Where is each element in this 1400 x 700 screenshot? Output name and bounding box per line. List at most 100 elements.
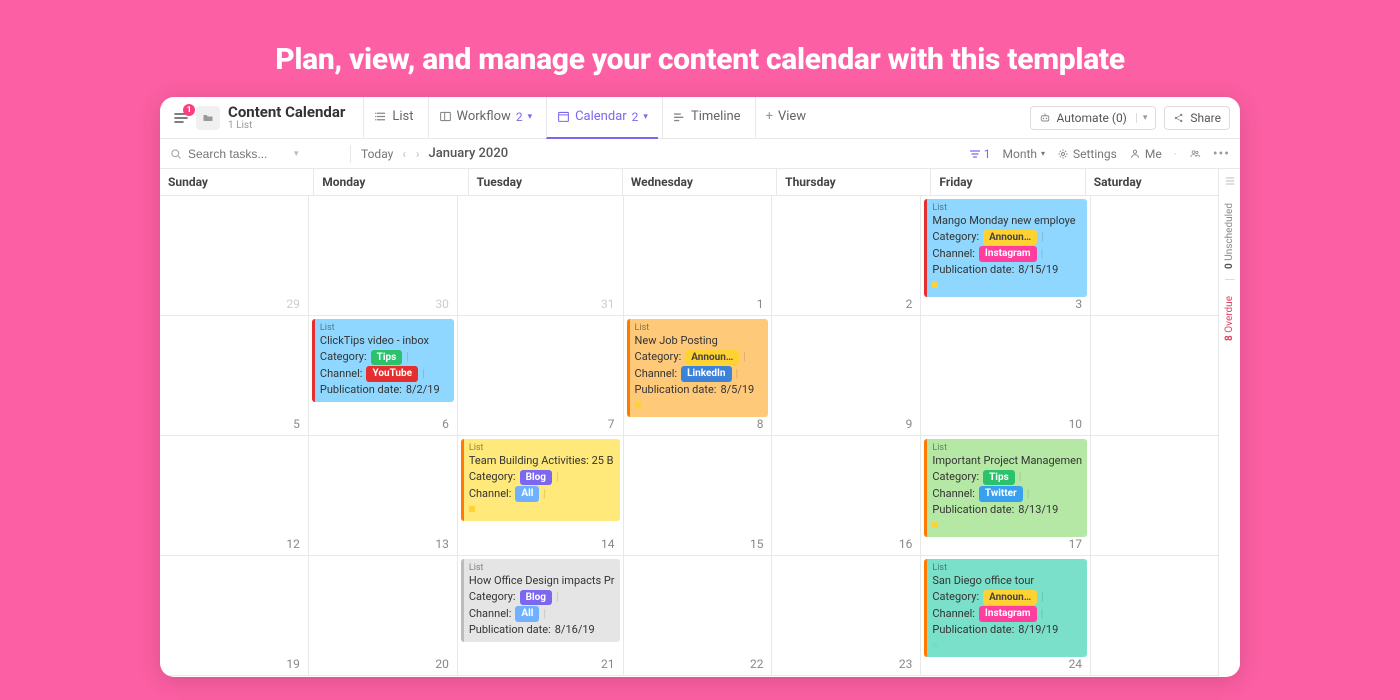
day-number: 19 [286, 657, 300, 671]
share-icon [1173, 112, 1185, 124]
event-card[interactable]: ListImportant Project ManagemenCategory:… [924, 439, 1087, 537]
calendar-cell[interactable]: 19 [160, 556, 309, 676]
calendar-cell[interactable]: 20 [309, 556, 458, 676]
tab-workflow[interactable]: Workflow 2▾ [428, 97, 543, 139]
event-card[interactable]: ListNew Job PostingCategory:Announ…|Chan… [627, 319, 769, 417]
day-number: 31 [601, 297, 615, 311]
calendar-cell[interactable]: 15 [624, 436, 773, 556]
pubdate-value: 8/16/19 [555, 623, 595, 638]
calendar-cell[interactable]: ListSan Diego office tourCategory:Announ… [921, 556, 1091, 676]
prev-period[interactable]: ‹ [399, 147, 409, 161]
chevron-down-icon[interactable]: ▾ [1136, 113, 1148, 123]
calendar-cell[interactable]: 23 [772, 556, 921, 676]
day-number: 29 [286, 297, 300, 311]
calendar-cell[interactable]: 16 [772, 436, 921, 556]
calendar-cell[interactable]: ListImportant Project ManagemenCategory:… [921, 436, 1091, 556]
calendar-cell[interactable]: 31 [458, 196, 624, 316]
calendar-cell[interactable]: ListNew Job PostingCategory:Announ…|Chan… [624, 316, 773, 436]
share-button[interactable]: Share [1164, 106, 1230, 130]
tab-timeline[interactable]: Timeline [662, 97, 751, 139]
calendar-cell[interactable]: 9 [772, 316, 921, 436]
today-button[interactable]: Today [361, 147, 393, 161]
day-number: 5 [293, 417, 300, 431]
tab-calendar[interactable]: Calendar 2▾ [546, 97, 658, 139]
tab-list[interactable]: List [363, 97, 423, 139]
tab-add-view[interactable]: + View [755, 97, 817, 139]
title-block: Content Calendar 1 List [228, 104, 345, 132]
category-pill: Blog [520, 590, 552, 606]
calendar-cell[interactable]: ListClickTips video - inboxCategory:Tips… [309, 316, 458, 436]
day-number: 20 [435, 657, 449, 671]
month-selector[interactable]: Month ▾ [1003, 147, 1046, 161]
toolbar: ▾ Today ‹ › January 2020 1 Month ▾ Setti… [160, 139, 1240, 169]
day-number: 3 [1075, 297, 1082, 311]
chevron-down-icon[interactable]: ▾ [294, 149, 299, 159]
day-header: Saturday [1086, 169, 1240, 195]
filter-icon [969, 148, 981, 160]
calendar-cell[interactable]: 22 [624, 556, 773, 676]
card-tag: List [932, 562, 1082, 574]
calendar-cell[interactable]: 29 [160, 196, 309, 316]
channel-pill: All [515, 606, 539, 622]
menu-icon[interactable] [1224, 175, 1236, 187]
page-title: Content Calendar [228, 104, 345, 121]
event-card[interactable]: ListMango Monday new employeCategory:Ann… [924, 199, 1087, 297]
category-pill: Tips [983, 470, 1015, 486]
calendar-cell[interactable]: 5 [160, 316, 309, 436]
calendar-cell[interactable]: 2 [772, 196, 921, 316]
card-tag: List [469, 442, 615, 454]
chevron-down-icon: ▾ [1041, 149, 1045, 158]
card-title: San Diego office tour [932, 574, 1082, 589]
plus-icon: + [766, 109, 773, 124]
search-box[interactable]: ▾ [170, 147, 340, 161]
overdue-toggle[interactable]: 8 Overdue [1224, 296, 1235, 341]
settings-button[interactable]: Settings [1057, 147, 1117, 161]
calendar-icon [557, 110, 570, 123]
category-pill: Blog [520, 470, 552, 486]
menu-button[interactable]: 1 [170, 107, 192, 129]
filter-button[interactable]: 1 [969, 147, 991, 161]
next-period[interactable]: › [413, 147, 423, 161]
day-number: 1 [757, 297, 764, 311]
calendar-cell[interactable]: 30 [309, 196, 458, 316]
topbar: 1 Content Calendar 1 List List Workflow … [160, 97, 1240, 139]
person-icon [1129, 148, 1141, 160]
day-header: Thursday [777, 169, 931, 195]
people-button[interactable] [1189, 148, 1201, 160]
day-number: 16 [899, 537, 913, 551]
more-menu[interactable]: ••• [1213, 146, 1230, 162]
card-tag: List [320, 322, 449, 334]
chevron-down-icon: ▾ [643, 112, 648, 122]
automate-button[interactable]: Automate (0) ▾ [1030, 106, 1156, 130]
calendar-cell[interactable]: ListMango Monday new employeCategory:Ann… [921, 196, 1091, 316]
day-number: 2 [906, 297, 913, 311]
calendar-cell[interactable]: 13 [309, 436, 458, 556]
category-pill: Announ… [685, 350, 739, 366]
search-input[interactable] [188, 147, 288, 161]
gear-icon [1057, 148, 1069, 160]
status-dot [932, 282, 938, 288]
folder-button[interactable] [196, 106, 220, 130]
unscheduled-toggle[interactable]: 0 Unscheduled [1224, 203, 1235, 269]
pubdate-value: 8/2/19 [406, 383, 440, 398]
channel-pill: All [515, 486, 539, 502]
calendar-cell[interactable]: 1 [624, 196, 773, 316]
card-tag: List [635, 322, 764, 334]
list-icon [374, 110, 387, 123]
day-number: 8 [757, 417, 764, 431]
me-button[interactable]: Me [1129, 147, 1162, 161]
event-card[interactable]: ListClickTips video - inboxCategory:Tips… [312, 319, 454, 402]
calendar-cell[interactable]: ListHow Office Design impacts PrCategory… [458, 556, 624, 676]
day-number: 12 [286, 537, 300, 551]
calendar-cell[interactable]: 12 [160, 436, 309, 556]
calendar-header: SundayMondayTuesdayWednesdayThursdayFrid… [160, 169, 1240, 196]
calendar-cell[interactable]: 7 [458, 316, 624, 436]
event-card[interactable]: ListHow Office Design impacts PrCategory… [461, 559, 620, 642]
day-header: Monday [314, 169, 468, 195]
event-card[interactable]: ListSan Diego office tourCategory:Announ… [924, 559, 1087, 657]
calendar-cell[interactable]: 10 [921, 316, 1091, 436]
event-card[interactable]: ListTeam Building Activities: 25 BCatego… [461, 439, 620, 521]
calendar-cell[interactable]: ListTeam Building Activities: 25 BCatego… [458, 436, 624, 556]
day-number: 14 [601, 537, 615, 551]
day-number: 7 [608, 417, 615, 431]
